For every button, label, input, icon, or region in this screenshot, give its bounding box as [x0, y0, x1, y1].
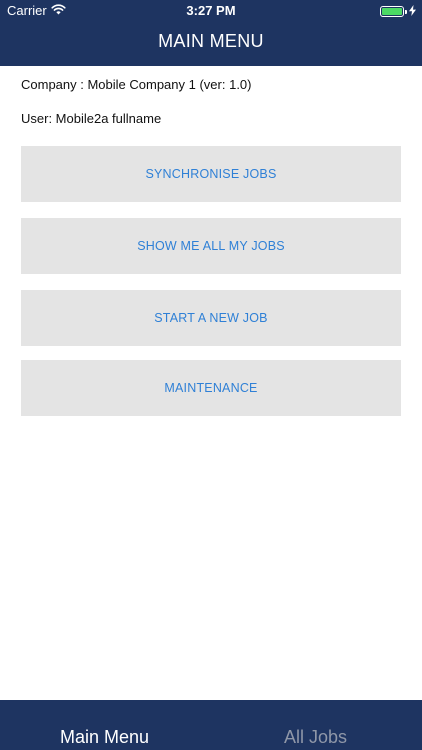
show-all-jobs-button[interactable]: SHOW ME ALL MY JOBS	[21, 218, 401, 274]
navigation-bar: Carrier 3:27 PM MAIN MENU	[0, 0, 422, 66]
battery-fill	[382, 8, 402, 15]
status-right	[380, 4, 416, 19]
start-new-job-button[interactable]: START A NEW JOB	[21, 290, 401, 346]
synchronise-jobs-button[interactable]: SYNCHRONISE JOBS	[21, 146, 401, 202]
tab-all-jobs[interactable]: All Jobs	[284, 727, 347, 748]
battery-nub	[405, 9, 407, 14]
battery-icon	[380, 6, 404, 17]
tab-main-menu[interactable]: Main Menu	[60, 727, 149, 748]
company-info: Company : Mobile Company 1 (ver: 1.0)	[21, 77, 252, 92]
page-title: MAIN MENU	[158, 31, 264, 51]
status-bar: Carrier 3:27 PM	[0, 0, 422, 22]
status-time: 3:27 PM	[186, 3, 236, 18]
charging-bolt-icon	[409, 4, 416, 19]
tab-bar: Main Menu All Jobs	[0, 700, 422, 750]
user-info: User: Mobile2a fullname	[21, 111, 162, 126]
maintenance-button[interactable]: MAINTENANCE	[21, 360, 401, 416]
